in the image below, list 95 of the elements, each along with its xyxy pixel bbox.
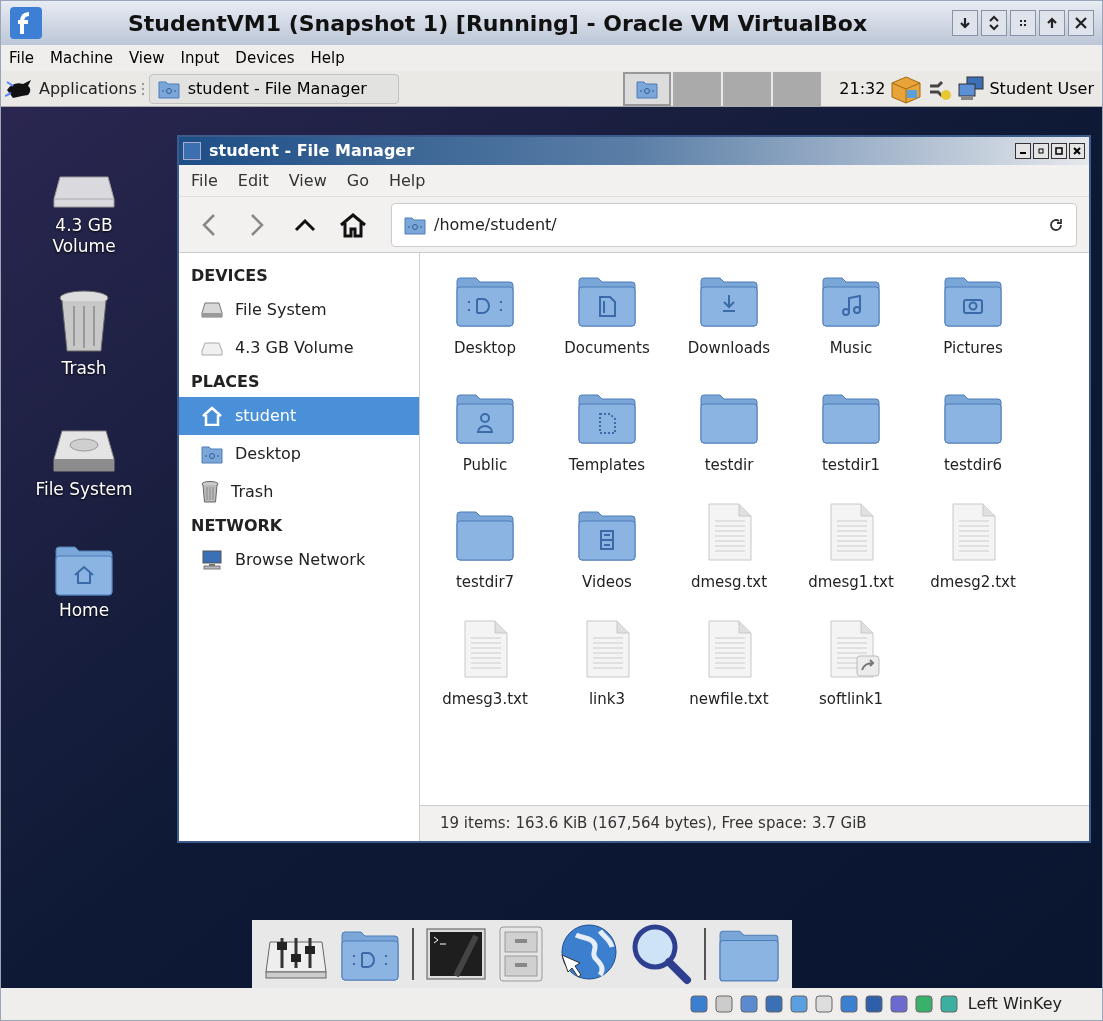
file-name[interactable]: newfile.txt bbox=[689, 688, 769, 711]
app-logo-icon[interactable] bbox=[9, 6, 43, 40]
file-name[interactable]: link3 bbox=[588, 688, 626, 711]
sidebar-item[interactable]: Browse Network bbox=[179, 541, 419, 579]
folder-icon bbox=[636, 78, 659, 99]
window-title: student - File Manager bbox=[209, 140, 415, 162]
folder-icon bbox=[404, 214, 426, 235]
workspace-button[interactable] bbox=[623, 71, 672, 106]
applications-menu-button[interactable]: Applications bbox=[5, 76, 137, 101]
close-button[interactable] bbox=[1068, 10, 1094, 36]
desktop-icon-label[interactable]: File System bbox=[35, 478, 133, 500]
down-arrow-icon bbox=[957, 15, 973, 31]
menu-item[interactable]: Help bbox=[310, 46, 345, 70]
sidebar-heading: PLACES bbox=[190, 371, 261, 393]
home-icon bbox=[339, 211, 367, 238]
status-indicator-icon[interactable] bbox=[813, 994, 834, 1014]
menu-item[interactable]: View bbox=[128, 46, 165, 70]
shade-button[interactable] bbox=[981, 10, 1007, 36]
network-icon[interactable] bbox=[957, 75, 986, 102]
status-indicator-icon[interactable] bbox=[863, 994, 884, 1014]
close-icon bbox=[1073, 15, 1089, 31]
status-indicator-icon[interactable] bbox=[788, 994, 809, 1014]
close-button[interactable] bbox=[1069, 143, 1085, 159]
menu-item[interactable]: Go bbox=[346, 168, 369, 193]
file-name[interactable]: Pictures bbox=[943, 337, 1003, 360]
status-indicator-icon[interactable] bbox=[738, 994, 759, 1014]
file-name[interactable]: dmesg1.txt bbox=[808, 571, 894, 594]
menu-item[interactable]: Machine bbox=[50, 46, 113, 70]
path-field[interactable]: /home/student/ bbox=[391, 202, 1077, 247]
trash-icon bbox=[201, 481, 219, 503]
file-name[interactable]: softlink1 bbox=[819, 688, 883, 711]
host-key-label: Left WinKey bbox=[967, 993, 1062, 1015]
desktop-icon-label[interactable]: Trash bbox=[61, 357, 107, 379]
reload-icon[interactable] bbox=[1048, 216, 1064, 233]
cabinet-icon[interactable] bbox=[497, 925, 544, 983]
maximize-button[interactable] bbox=[1039, 10, 1065, 36]
sticky-button[interactable] bbox=[1010, 10, 1036, 36]
file-name[interactable]: Desktop bbox=[454, 337, 516, 360]
status-indicator-icon[interactable] bbox=[938, 994, 959, 1014]
network-icon bbox=[201, 550, 223, 570]
status-indicator-icon[interactable] bbox=[888, 994, 909, 1014]
status-indicator-icon[interactable] bbox=[688, 994, 709, 1014]
file-name[interactable]: Music bbox=[829, 337, 873, 360]
sidebar-item[interactable]: Trash bbox=[179, 473, 419, 511]
status-indicator-icon[interactable] bbox=[913, 994, 934, 1014]
minimize-button[interactable] bbox=[1015, 143, 1031, 159]
menu-item[interactable]: Devices bbox=[235, 46, 295, 70]
sidebar-item[interactable]: File System bbox=[179, 291, 419, 329]
window-title: StudentVM1 (Snapshot 1) [Running] - Oracle VM VirtualBox bbox=[126, 9, 869, 38]
file-name[interactable]: Public bbox=[462, 454, 508, 477]
restore-button[interactable] bbox=[1033, 143, 1049, 159]
menu-item[interactable]: Help bbox=[388, 168, 426, 193]
user-name[interactable]: Student User bbox=[989, 76, 1098, 101]
status-bar: 19 items: 163.6 KiB (167,564 bytes), Free space: 3.7 GiB bbox=[420, 805, 1089, 841]
maximize-button[interactable] bbox=[1051, 143, 1067, 159]
home-icon bbox=[201, 406, 223, 426]
file-name[interactable]: testdir1 bbox=[821, 454, 881, 477]
minimize-button[interactable] bbox=[952, 10, 978, 36]
file-name[interactable]: testdir7 bbox=[455, 571, 515, 594]
trash-icon bbox=[57, 289, 111, 354]
menu-item[interactable]: View bbox=[288, 168, 327, 193]
file-name[interactable]: dmesg3.txt bbox=[442, 688, 528, 711]
sidebar-item[interactable]: 4.3 GB Volume bbox=[179, 329, 419, 367]
terminal-icon[interactable] bbox=[425, 928, 486, 980]
sidebar-heading: DEVICES bbox=[190, 265, 269, 287]
status-indicator-icon[interactable] bbox=[713, 994, 734, 1014]
taskbar-button[interactable]: student - File Manager bbox=[148, 73, 399, 104]
desktop-icon-label[interactable]: Home bbox=[58, 600, 110, 622]
sidebar-heading: NETWORK bbox=[190, 515, 284, 537]
file-name[interactable]: Downloads bbox=[687, 337, 771, 360]
drive-icon bbox=[201, 340, 223, 356]
sidebar-item[interactable]: Desktop bbox=[179, 435, 419, 473]
folder-icon bbox=[157, 78, 180, 99]
file-name[interactable]: dmesg.txt bbox=[690, 571, 768, 594]
menu-item[interactable]: File bbox=[191, 168, 218, 193]
menu-item[interactable]: Input bbox=[180, 46, 220, 70]
file-name[interactable]: Documents bbox=[564, 337, 650, 360]
file-name[interactable]: dmesg2.txt bbox=[930, 571, 1016, 594]
menu-item[interactable]: Edit bbox=[237, 168, 269, 193]
maximize-icon bbox=[1054, 146, 1064, 156]
menu-item[interactable]: File bbox=[9, 46, 35, 70]
file-name[interactable]: testdir6 bbox=[943, 454, 1003, 477]
file-name[interactable]: testdir bbox=[704, 454, 754, 477]
clock[interactable]: 21:32 bbox=[839, 76, 886, 101]
restore-icon bbox=[1036, 146, 1046, 156]
drive-icon bbox=[201, 302, 223, 318]
up-down-arrow-icon bbox=[986, 15, 1002, 31]
status-indicator-icon[interactable] bbox=[838, 994, 859, 1014]
folder-icon bbox=[201, 444, 223, 464]
status-indicator-icon[interactable] bbox=[763, 994, 784, 1014]
desktop-icon-label[interactable]: 4.3 GB Volume bbox=[29, 215, 139, 258]
file-name[interactable]: Videos bbox=[582, 571, 632, 594]
file-name[interactable]: Templates bbox=[568, 454, 646, 477]
panel-handle-icon bbox=[140, 81, 145, 96]
close-icon bbox=[1072, 146, 1082, 156]
